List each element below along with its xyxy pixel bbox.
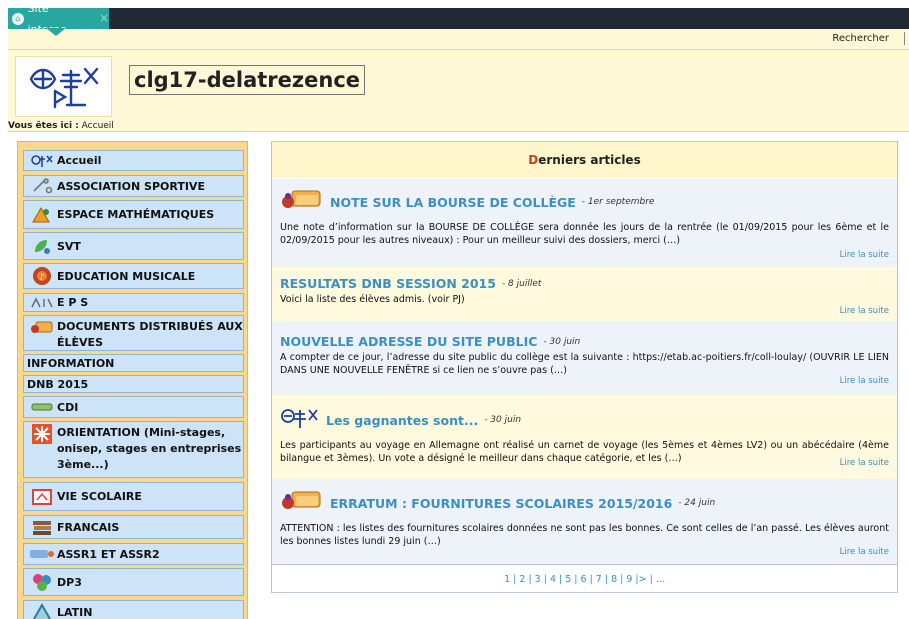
- sidebar-item-latin[interactable]: LATIN: [23, 600, 244, 619]
- sidebar-item-label: EDUCATION MUSICALE: [57, 269, 196, 283]
- site-title: clg17-delatrezence: [129, 65, 366, 95]
- title-initial: D: [528, 153, 539, 167]
- sidebar-item-label: ASSR1 ET ASSR2: [57, 547, 160, 561]
- svg-text:♪: ♪: [39, 273, 45, 283]
- documents-icon: [280, 489, 324, 517]
- article-item: Les gagnantes sont... - 30 juin Les part…: [272, 395, 897, 479]
- sidebar-item-svt[interactable]: SVT: [23, 232, 244, 260]
- svt-icon: [27, 237, 57, 255]
- sidebar-item-association-sportive[interactable]: ASSOCIATION SPORTIVE: [23, 175, 244, 197]
- sidebar-item-label: ORIENTATION (Mini-stages, onisep, stages…: [57, 426, 242, 471]
- sidebar-item-cdi[interactable]: CDI: [23, 396, 244, 418]
- article-item: NOUVELLE ADRESSE DU SITE PUBLIC - 30 jui…: [272, 321, 897, 395]
- article-date: - 8 juillet: [501, 278, 542, 289]
- tab-pointer: [46, 28, 66, 36]
- read-more-link[interactable]: Lire la suite: [840, 250, 889, 260]
- sidebar-item-label: VIE SCOLAIRE: [57, 490, 142, 503]
- divider: [904, 32, 905, 45]
- sidebar-item-label: E P S: [57, 296, 89, 309]
- sidebar-item-assr[interactable]: ASSR1 ET ASSR2: [23, 543, 244, 565]
- sidebar-item-label: DOCUMENTS DISTRIBUÉS AUX ÉLÈVES: [57, 320, 243, 349]
- music-icon: ♪: [27, 267, 57, 285]
- article-date: - 30 juin: [543, 336, 581, 347]
- top-bar: ⌂ Site interne ×: [8, 2, 909, 36]
- sidebar: Accueil ASSOCIATION SPORTIVE ESPACE MATH…: [17, 141, 248, 619]
- article-summary: Voici la liste des élèves admis. (voir P…: [280, 294, 465, 305]
- pagination[interactable]: 1 | 2 | 3 | 4 | 5 | 6 | 7 | 8 | 9 |> | .…: [272, 564, 897, 592]
- article-title[interactable]: ERRATUM : FOURNITURES SCOLAIRES 2015/201…: [330, 496, 672, 511]
- article-date: - 24 juin: [678, 498, 716, 508]
- read-more-link[interactable]: Lire la suite: [840, 458, 889, 468]
- sport-icon: [27, 177, 57, 195]
- title-rest: erniers articles: [538, 153, 641, 167]
- breadcrumb: Vous êtes ici : Accueil: [8, 121, 114, 131]
- sidebar-item-label: ESPACE MATHÉMATIQUES: [57, 208, 215, 221]
- article-date: - 1er septembre: [581, 197, 655, 207]
- read-more-link[interactable]: Lire la suite: [840, 306, 889, 316]
- sidebar-item-orientation[interactable]: ORIENTATION (Mini-stages, onisep, stages…: [23, 421, 244, 478]
- books-icon: [27, 518, 57, 536]
- breadcrumb-current[interactable]: Accueil: [82, 121, 114, 131]
- documents-icon: [280, 188, 324, 216]
- article-date: - 30 juin: [484, 415, 522, 425]
- sidebar-item-label: LATIN: [57, 605, 93, 619]
- sidebar-item-label: FRANCAIS: [57, 520, 120, 534]
- vie-scolaire-icon: [27, 488, 57, 506]
- sidebar-item-label: ASSOCIATION SPORTIVE: [57, 179, 205, 193]
- latin-icon: [27, 603, 57, 619]
- sidebar-item-label: DNB 2015: [27, 377, 89, 391]
- sidebar-item-label: INFORMATION: [27, 356, 115, 370]
- logo-icon: [27, 152, 57, 170]
- close-icon[interactable]: ×: [99, 8, 109, 29]
- article-title[interactable]: Les gagnantes sont...: [326, 413, 478, 428]
- search-link[interactable]: Rechercher: [832, 33, 889, 44]
- article-title[interactable]: RESULTATS DNB SESSION 2015: [280, 276, 496, 291]
- sidebar-item-dnb-2015[interactable]: DNB 2015: [23, 375, 244, 393]
- article-summary: Une note d’information sur la BOURSE DE …: [280, 222, 889, 246]
- article-title[interactable]: NOTE SUR LA BOURSE DE COLLÈGE: [330, 195, 576, 210]
- sidebar-item-label: Accueil: [57, 154, 102, 167]
- article-summary: A compter de ce jour, l’adresse du site …: [280, 352, 889, 376]
- article-item: RESULTATS DNB SESSION 2015 - 8 juillet V…: [272, 267, 897, 321]
- sidebar-item-label: DP3: [57, 575, 82, 589]
- article-title[interactable]: NOUVELLE ADRESSE DU SITE PUBLIC: [280, 334, 537, 349]
- article-summary: ATTENTION : les listes des fournitures s…: [280, 523, 889, 547]
- sidebar-item-information[interactable]: INFORMATION: [23, 354, 244, 372]
- assr-icon: [27, 545, 57, 563]
- tab-site-interne[interactable]: ⌂ Site interne ×: [8, 2, 109, 36]
- latest-articles-panel: Derniers articles NOTE SUR LA BOURSE DE …: [271, 141, 898, 593]
- sidebar-item-eps[interactable]: E P S: [23, 293, 244, 312]
- sidebar-item-education-musicale[interactable]: ♪ EDUCATION MUSICALE: [23, 263, 244, 289]
- read-more-link[interactable]: Lire la suite: [840, 547, 889, 557]
- article-item: NOTE SUR LA BOURSE DE COLLÈGE - 1er sept…: [272, 179, 897, 267]
- read-more-link[interactable]: Lire la suite: [840, 376, 889, 386]
- sidebar-item-label: SVT: [57, 239, 81, 253]
- sidebar-item-dp3[interactable]: DP3: [23, 568, 244, 596]
- article-item: ERRATUM : FOURNITURES SCOLAIRES 2015/201…: [272, 479, 897, 564]
- dp3-icon: [27, 573, 57, 591]
- home-icon: ⌂: [12, 12, 24, 25]
- sidebar-item-francais[interactable]: FRANCAIS: [23, 515, 244, 539]
- cdi-icon: [27, 398, 57, 416]
- article-summary: Les participants au voyage en Allemagne …: [280, 440, 889, 464]
- documents-icon: [27, 319, 57, 337]
- logo-icon: [29, 67, 98, 108]
- sidebar-item-documents[interactable]: DOCUMENTS DISTRIBUÉS AUX ÉLÈVES: [23, 315, 244, 351]
- logo-icon: [280, 406, 320, 434]
- site-header: Rechercher clg17-delatrezence Vous êtes …: [8, 29, 909, 132]
- sidebar-item-label: CDI: [57, 400, 79, 414]
- site-logo[interactable]: [15, 56, 112, 117]
- breadcrumb-prefix: Vous êtes ici :: [8, 121, 79, 131]
- sidebar-item-accueil[interactable]: Accueil: [23, 150, 244, 171]
- sidebar-item-vie-scolaire[interactable]: VIE SCOLAIRE: [23, 482, 244, 511]
- eps-icon: [27, 294, 57, 311]
- sidebar-item-espace-mathematiques[interactable]: ESPACE MATHÉMATIQUES: [23, 200, 244, 229]
- math-icon: [27, 206, 57, 224]
- panel-title: Derniers articles: [272, 142, 897, 178]
- divider: [8, 49, 909, 50]
- orientation-icon: [27, 424, 57, 444]
